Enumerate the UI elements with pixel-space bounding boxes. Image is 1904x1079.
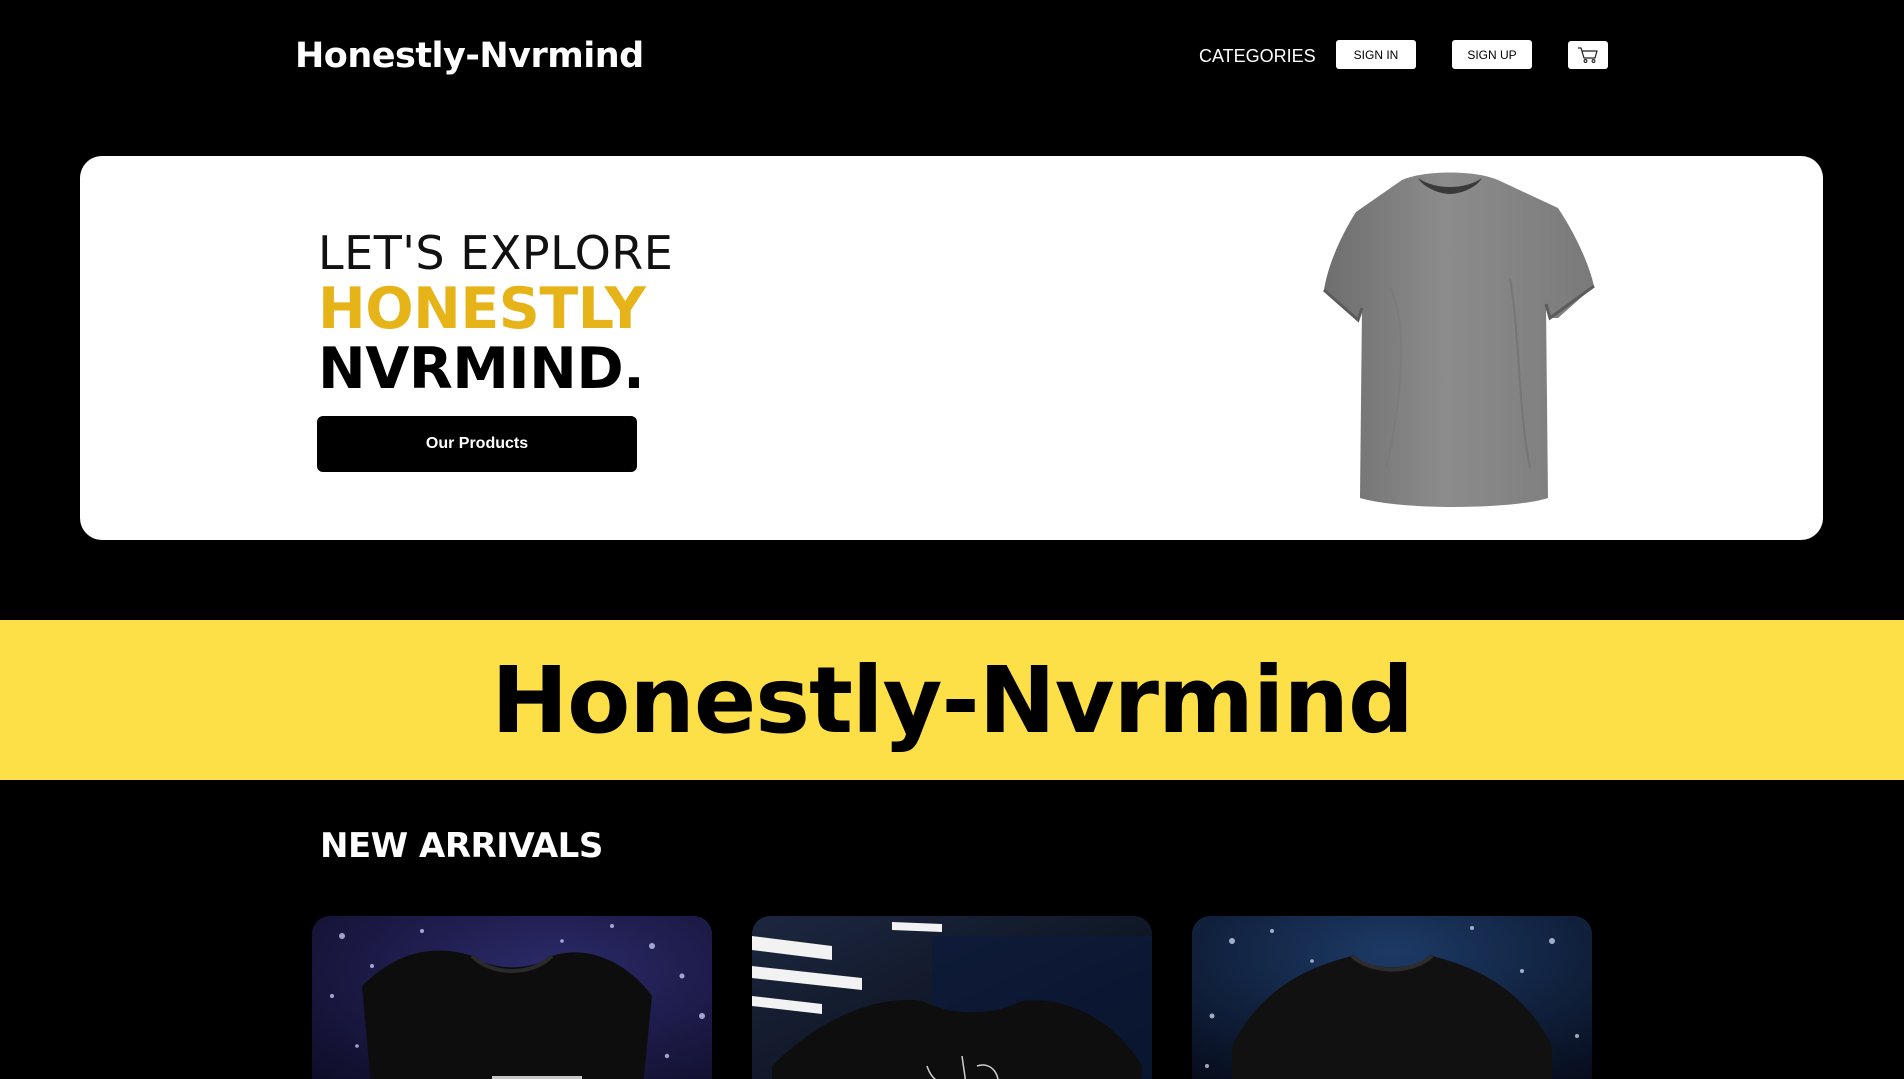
sign-up-button[interactable]: SIGN UP — [1452, 40, 1532, 69]
hero-heading-line3: NVRMIND. — [318, 336, 645, 402]
cart-button[interactable] — [1568, 41, 1608, 69]
hero-heading-line2: HONESTLY — [318, 276, 646, 342]
product-card[interactable] — [1192, 916, 1592, 1079]
brand-logo[interactable]: Honestly-Nvrmind — [295, 36, 644, 76]
hero-card: LET'S EXPLORE HONESTLY NVRMIND. Our Prod… — [80, 156, 1823, 540]
brand-banner: Honestly-Nvrmind — [0, 620, 1904, 780]
cart-icon — [1578, 47, 1598, 63]
our-products-button[interactable]: Our Products — [317, 416, 637, 472]
nav-categories[interactable]: CATEGORIES — [1199, 46, 1316, 67]
sign-in-button[interactable]: SIGN IN — [1336, 40, 1416, 69]
hero-tshirt-image — [1323, 172, 1595, 507]
product-card[interactable] — [752, 916, 1152, 1079]
product-card[interactable] — [312, 916, 712, 1079]
hero-heading-line1: LET'S EXPLORE — [318, 226, 674, 280]
site-header: Honestly-Nvrmind CATEGORIES SIGN IN SIGN… — [0, 0, 1904, 120]
product-image-3 — [1192, 916, 1592, 1079]
new-arrivals-title: NEW ARRIVALS — [320, 826, 603, 866]
banner-title: Honestly-Nvrmind — [491, 646, 1414, 754]
product-image-1 — [312, 916, 712, 1079]
product-image-2 — [752, 916, 1152, 1079]
